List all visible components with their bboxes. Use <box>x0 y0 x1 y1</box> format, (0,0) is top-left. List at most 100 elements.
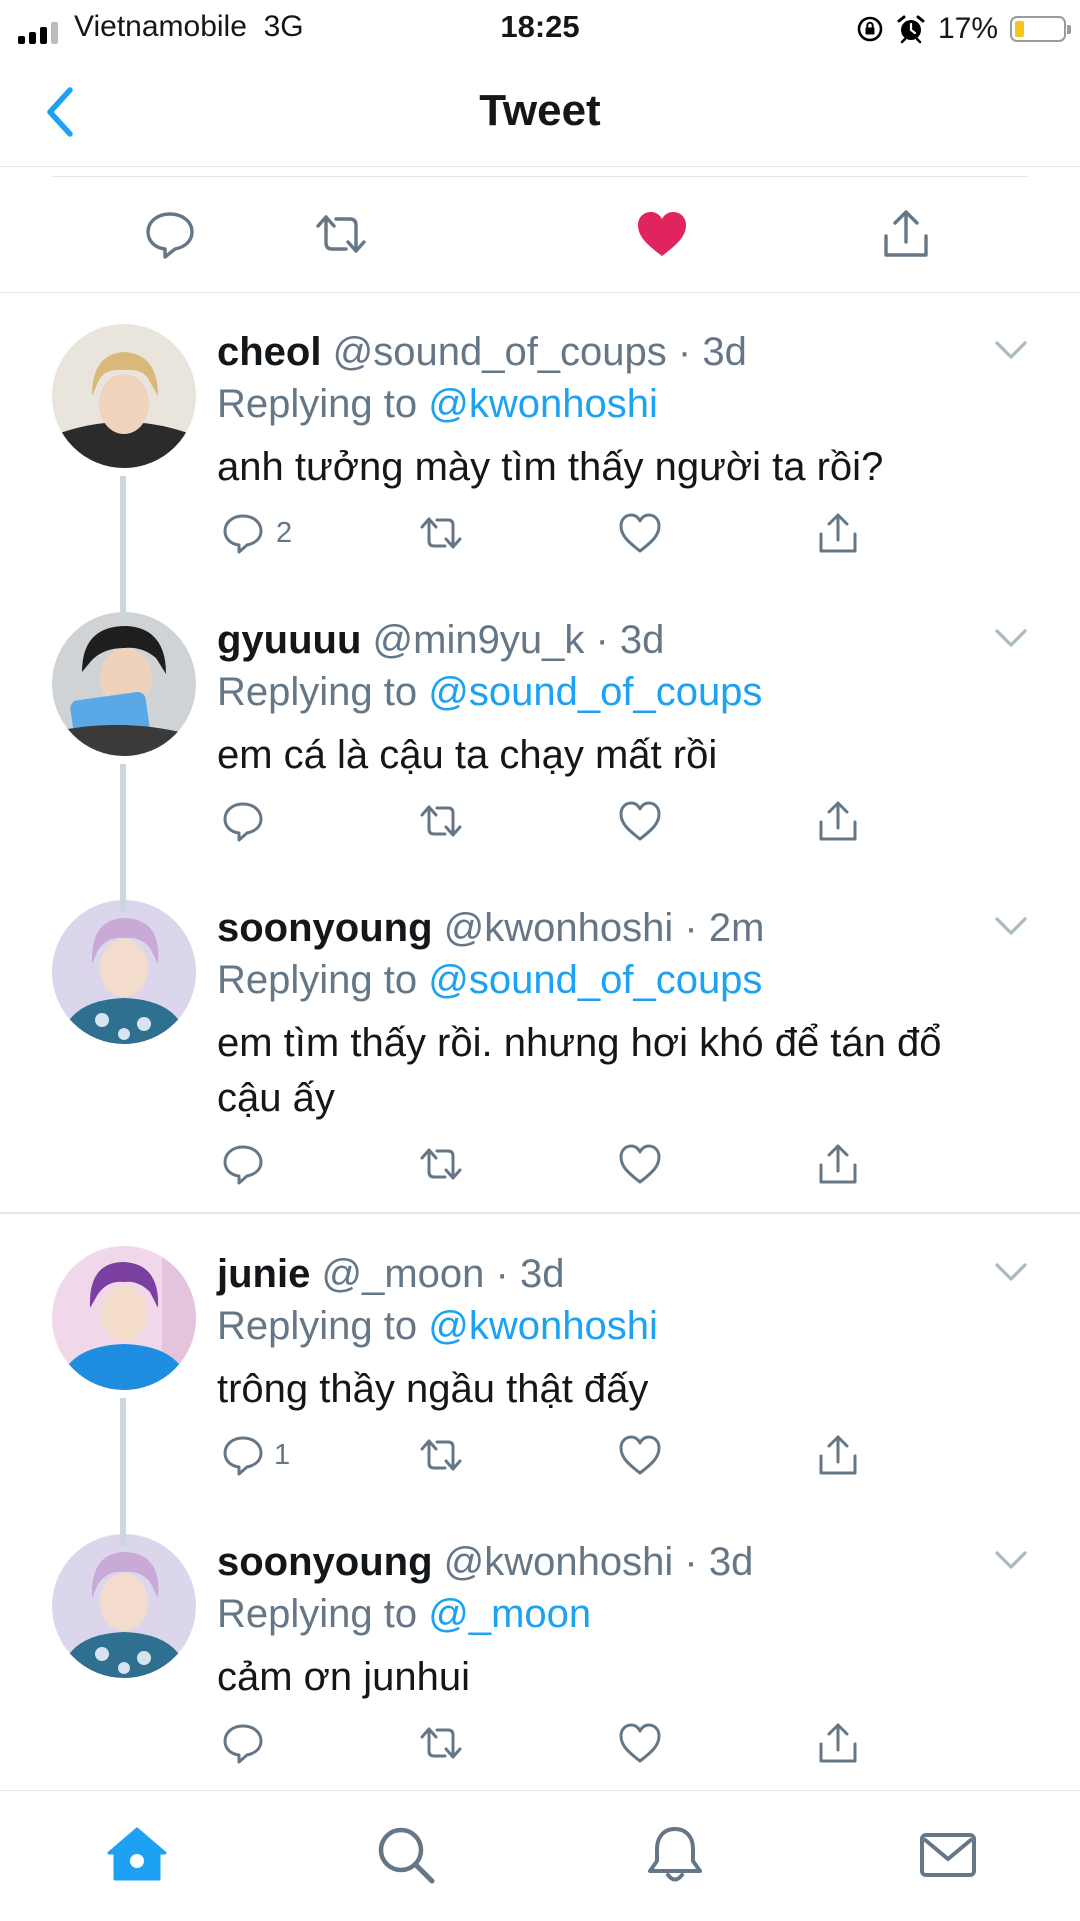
page-title: Tweet <box>479 86 601 135</box>
search-icon[interactable] <box>374 1823 438 1887</box>
display-name[interactable]: cheol <box>217 330 321 374</box>
retweet-icon[interactable] <box>418 1141 464 1187</box>
heart-icon[interactable] <box>617 1720 663 1766</box>
share-icon[interactable] <box>815 1141 861 1187</box>
notifications-icon[interactable] <box>643 1823 707 1887</box>
heart-icon[interactable] <box>617 510 663 556</box>
reply-icon[interactable] <box>220 1720 266 1766</box>
display-name[interactable]: soonyoung <box>217 906 433 950</box>
divider <box>0 1212 1080 1214</box>
username: @kwonhoshi <box>443 1540 674 1584</box>
status-right: 17% <box>856 12 1071 46</box>
battery-percent: 17% <box>937 12 998 45</box>
avatar[interactable] <box>52 1246 196 1390</box>
mention-link[interactable]: @sound_of_coups <box>428 958 762 1002</box>
reply-tweet[interactable]: gyuuuu @min9yu_k · 3d Replying to @sound… <box>0 606 1080 900</box>
tweet-actions: 2 <box>0 510 1080 560</box>
reply-icon[interactable] <box>220 1141 266 1187</box>
timestamp: · 3d <box>495 1252 565 1296</box>
reply-tweet[interactable]: junie @_moon · 3d Replying to @kwonhoshi… <box>0 1246 1080 1534</box>
replying-to: Replying to @kwonhoshi <box>217 1304 658 1348</box>
tweet-header: cheol @sound_of_coups · 3d <box>217 330 747 375</box>
mention-link[interactable]: @kwonhoshi <box>428 382 658 426</box>
thread-line <box>120 606 126 624</box>
reply-count: 1 <box>274 1439 291 1471</box>
tweet-header: junie @_moon · 3d <box>217 1252 564 1297</box>
alarm-icon <box>897 15 925 44</box>
main-tweet-actions <box>0 166 1080 293</box>
reply-icon[interactable] <box>220 1432 266 1478</box>
messages-icon[interactable] <box>916 1823 980 1887</box>
status-bar: Vietnamobile 3G 18:25 17% <box>0 0 1080 56</box>
avatar[interactable] <box>52 1534 196 1678</box>
heart-icon[interactable] <box>617 1141 663 1187</box>
reply-icon[interactable] <box>220 798 266 844</box>
avatar[interactable] <box>52 324 196 468</box>
retweet-icon[interactable] <box>418 1720 464 1766</box>
reply-tweet[interactable]: soonyoung @kwonhoshi · 2m Replying to @s… <box>0 894 1080 1210</box>
chevron-down-icon[interactable] <box>992 1548 1030 1572</box>
heart-icon[interactable] <box>617 1432 663 1478</box>
reply-icon[interactable] <box>142 206 198 262</box>
tweet-header: soonyoung @kwonhoshi · 3d <box>217 1540 753 1585</box>
retweet-icon[interactable] <box>418 510 464 556</box>
display-name[interactable]: gyuuuu <box>217 618 361 662</box>
tweet-header: gyuuuu @min9yu_k · 3d <box>217 618 664 663</box>
retweet-icon[interactable] <box>418 1432 464 1478</box>
tweet-actions <box>0 1141 1080 1191</box>
chevron-down-icon[interactable] <box>992 914 1030 938</box>
reply-tweet[interactable]: cheol @sound_of_coups · 3d Replying to @… <box>0 324 1080 612</box>
tweet-text: anh tưởng mày tìm thấy người ta rồi? <box>217 445 884 489</box>
heart-filled-icon[interactable] <box>634 206 690 262</box>
mention-link[interactable]: @_moon <box>428 1592 591 1636</box>
thread-line <box>120 894 126 912</box>
battery-icon <box>1010 16 1071 42</box>
display-name[interactable]: soonyoung <box>217 1540 433 1584</box>
navigation-bar: Tweet <box>0 56 1080 167</box>
tweet-header: soonyoung @kwonhoshi · 2m <box>217 906 764 951</box>
timestamp: · 3d <box>677 330 747 374</box>
reply-icon[interactable] <box>220 510 266 556</box>
mention-link[interactable]: @sound_of_coups <box>428 670 762 714</box>
chevron-down-icon[interactable] <box>992 626 1030 650</box>
username: @sound_of_coups <box>332 330 667 374</box>
timestamp: · 2m <box>684 906 765 950</box>
heart-icon[interactable] <box>617 798 663 844</box>
reply-count: 2 <box>276 517 293 549</box>
replying-to: Replying to @_moon <box>217 1592 592 1636</box>
chevron-down-icon[interactable] <box>992 1260 1030 1284</box>
chevron-down-icon[interactable] <box>992 338 1030 362</box>
reply-tweet[interactable]: soonyoung @kwonhoshi · 3d Replying to @_… <box>0 1528 1080 1790</box>
avatar[interactable] <box>52 612 196 756</box>
tweet-actions: 1 <box>0 1432 1080 1482</box>
mention-link[interactable]: @kwonhoshi <box>428 1304 658 1348</box>
share-icon[interactable] <box>815 1720 861 1766</box>
tweet-text: cảm ơn junhui <box>217 1655 471 1699</box>
thread-line <box>120 1528 126 1546</box>
replying-to: Replying to @sound_of_coups <box>217 670 763 714</box>
share-icon[interactable] <box>815 510 861 556</box>
retweet-icon[interactable] <box>418 798 464 844</box>
username: @_moon <box>321 1252 485 1296</box>
share-icon[interactable] <box>878 206 934 262</box>
orientation-lock-icon <box>857 16 883 42</box>
timestamp: · 3d <box>595 618 665 662</box>
divider <box>52 176 1028 177</box>
retweet-icon[interactable] <box>313 206 369 262</box>
username: @kwonhoshi <box>443 906 674 950</box>
home-icon[interactable] <box>105 1823 169 1887</box>
username: @min9yu_k <box>372 618 585 662</box>
tweet-text: em tìm thấy rồi. nhưng hơi khó để tán đổ… <box>217 1021 942 1120</box>
replying-to: Replying to @sound_of_coups <box>217 958 763 1002</box>
replying-to: Replying to @kwonhoshi <box>217 382 658 426</box>
tweet-actions <box>0 1720 1080 1770</box>
avatar[interactable] <box>52 900 196 1044</box>
share-icon[interactable] <box>815 798 861 844</box>
tweet-actions <box>0 798 1080 848</box>
display-name[interactable]: junie <box>217 1252 310 1296</box>
tweet-text: trông thầy ngầu thật đấy <box>217 1367 649 1411</box>
tweet-text: em cá là cậu ta chạy mất rồi <box>217 733 718 777</box>
share-icon[interactable] <box>815 1432 861 1478</box>
timestamp: · 3d <box>684 1540 754 1584</box>
tab-bar <box>0 1790 1080 1921</box>
